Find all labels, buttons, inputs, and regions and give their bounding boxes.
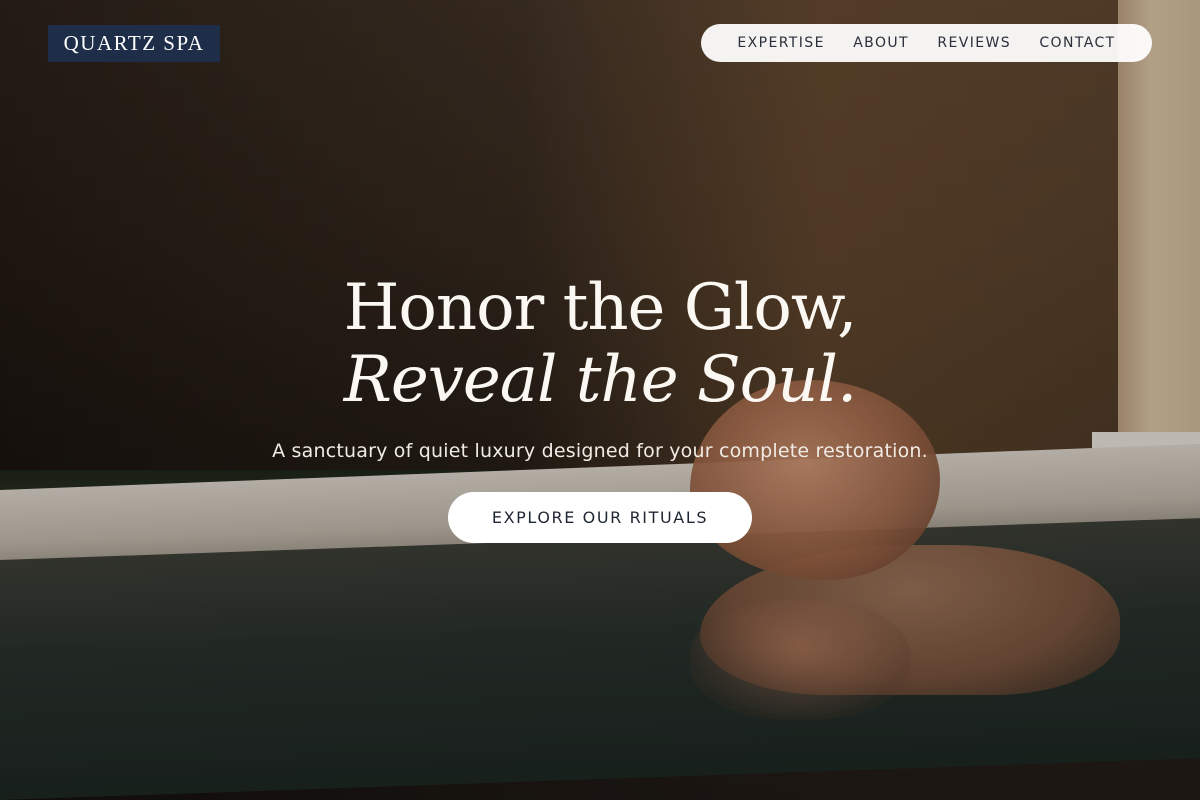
hero-title-line2: Reveal the Soul. <box>343 343 858 417</box>
nav-link-about[interactable]: ABOUT <box>853 35 909 51</box>
hero-subtitle: A sanctuary of quiet luxury designed for… <box>272 440 928 462</box>
nav-link-reviews[interactable]: REVIEWS <box>937 35 1011 51</box>
brand-logo[interactable]: QUARTZ SPA <box>48 25 220 62</box>
nav-link-contact[interactable]: CONTACT <box>1039 35 1115 51</box>
main-nav: EXPERTISE ABOUT REVIEWS CONTACT <box>701 24 1152 62</box>
nav-link-expertise[interactable]: EXPERTISE <box>737 35 824 51</box>
explore-rituals-button[interactable]: EXPLORE OUR RITUALS <box>448 492 752 543</box>
hero-title: Honor the Glow, Reveal the Soul. <box>0 272 1200 416</box>
hero-title-line1: Honor the Glow, <box>343 271 858 345</box>
